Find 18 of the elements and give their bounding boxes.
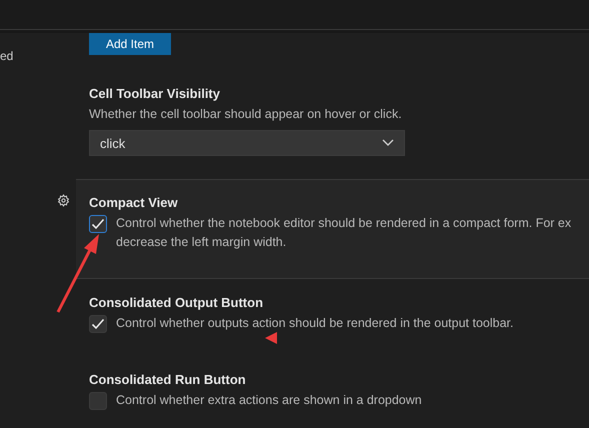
add-item-button[interactable]: Add Item <box>89 33 171 55</box>
checkbox[interactable] <box>89 315 107 333</box>
settings-icon[interactable] <box>57 194 70 207</box>
chevron-down-icon <box>382 139 394 147</box>
setting-title: Compact View <box>89 195 179 210</box>
setting-title: Cell Toolbar Visibility <box>89 86 221 101</box>
checkbox[interactable] <box>89 392 107 410</box>
setting-description: Control whether extra actions are shown in a dropdown <box>116 392 422 409</box>
setting-description: Whether the cell toolbar should appear on hover or click. <box>89 106 403 123</box>
setting-title: Consolidated Output Button <box>89 295 264 310</box>
setting-title: Consolidated Run Button <box>89 372 247 387</box>
dropdown[interactable]: click <box>89 130 405 156</box>
setting-description: Control whether outputs action should be rendered in the output toolbar. <box>116 315 514 332</box>
setting-description: decrease the left margin width. <box>116 234 288 251</box>
arrow-annotation <box>265 332 277 344</box>
setting-description: Control whether the notebook editor should be rendered in a compact form. For ex <box>116 215 572 232</box>
checkbox[interactable] <box>89 215 107 233</box>
sidebar-item[interactable]: ed <box>0 49 14 63</box>
